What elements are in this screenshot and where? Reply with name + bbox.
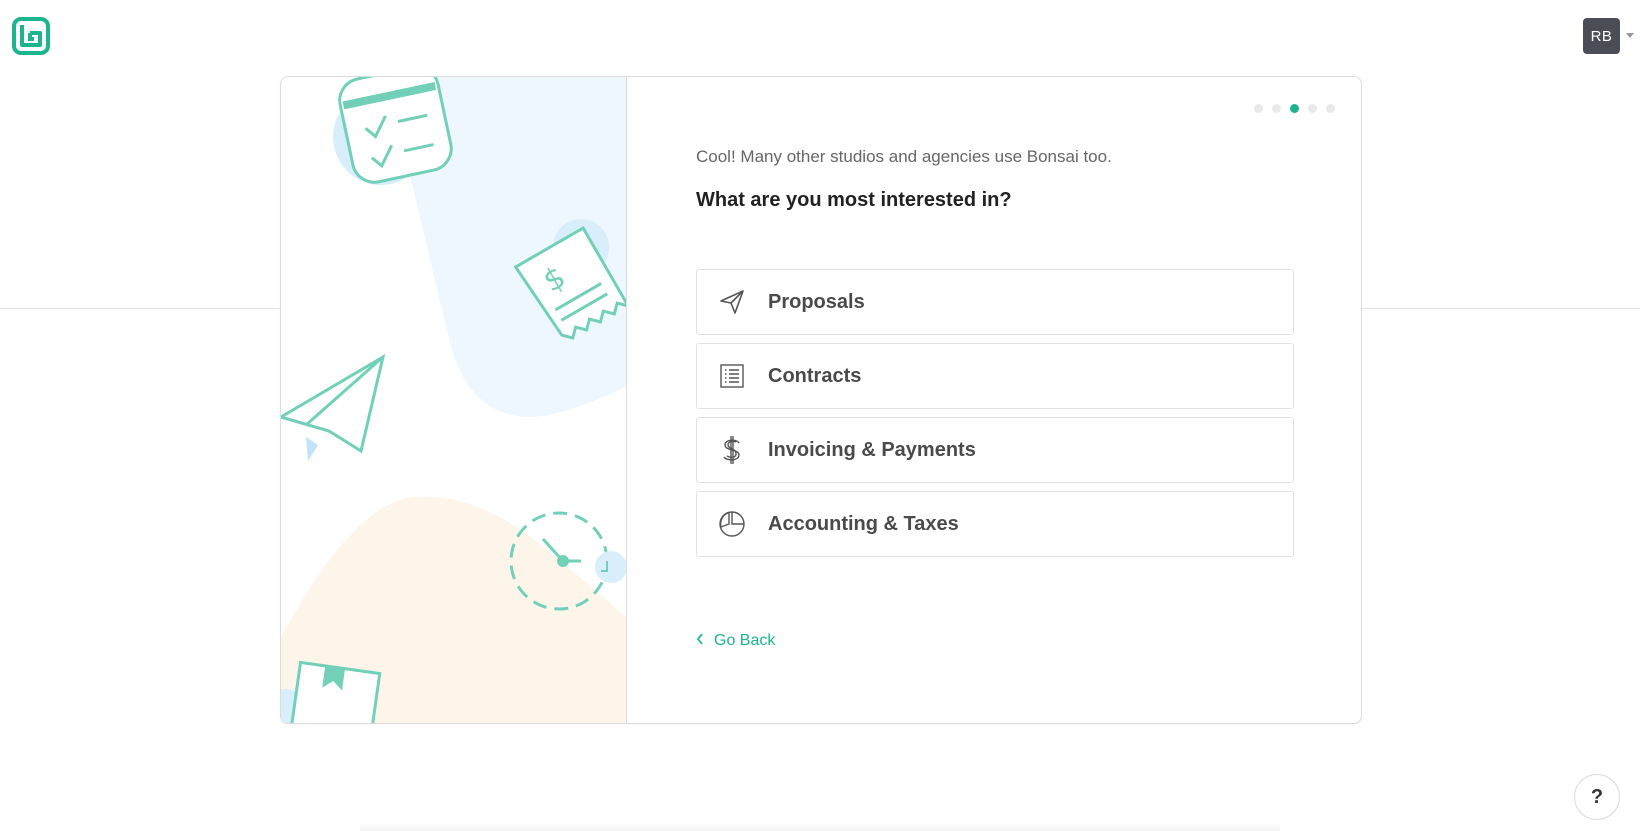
help-label: ? <box>1590 785 1604 808</box>
option-proposals[interactable]: Proposals <box>696 269 1294 335</box>
bonsai-logo-icon[interactable] <box>12 16 52 56</box>
step-dot-5 <box>1326 104 1335 113</box>
question-heading: What are you most interested in? <box>696 189 1012 211</box>
user-avatar[interactable]: RB <box>1583 18 1620 54</box>
step-indicator <box>1254 104 1335 113</box>
chevron-down-icon[interactable] <box>1626 33 1634 38</box>
option-label: Accounting & Taxes <box>768 512 959 535</box>
option-label: Proposals <box>768 290 865 313</box>
bottom-shadow <box>360 823 1280 831</box>
option-label: Invoicing & Payments <box>768 438 976 461</box>
interest-options: Proposals Contracts Invoicing & Payments… <box>696 269 1294 565</box>
go-back-link[interactable]: Go Back <box>696 632 775 650</box>
subtitle: Cool! Many other studios and agencies us… <box>696 147 1112 166</box>
option-label: Contracts <box>768 364 862 387</box>
step-dot-4 <box>1308 104 1317 113</box>
pie-chart-icon <box>717 509 747 539</box>
onboarding-illustration: $ <box>281 77 626 723</box>
avatar-initials: RB <box>1590 27 1613 45</box>
question-panel: Cool! Many other studios and agencies us… <box>627 77 1361 723</box>
option-contracts[interactable]: Contracts <box>696 343 1294 409</box>
step-dot-3-active <box>1290 104 1299 113</box>
dollar-icon <box>717 435 747 465</box>
option-accounting-taxes[interactable]: Accounting & Taxes <box>696 491 1294 557</box>
option-invoicing-payments[interactable]: Invoicing & Payments <box>696 417 1294 483</box>
step-dot-2 <box>1272 104 1281 113</box>
chevron-left-icon <box>696 632 704 650</box>
step-dot-1 <box>1254 104 1263 113</box>
go-back-label: Go Back <box>714 632 776 649</box>
help-button[interactable]: ? <box>1574 774 1620 820</box>
paper-plane-icon <box>717 287 747 317</box>
list-document-icon <box>717 361 747 391</box>
onboarding-card: $ Cool! Many other studios and agencies … <box>280 76 1362 724</box>
illustration-panel: $ <box>281 77 627 723</box>
